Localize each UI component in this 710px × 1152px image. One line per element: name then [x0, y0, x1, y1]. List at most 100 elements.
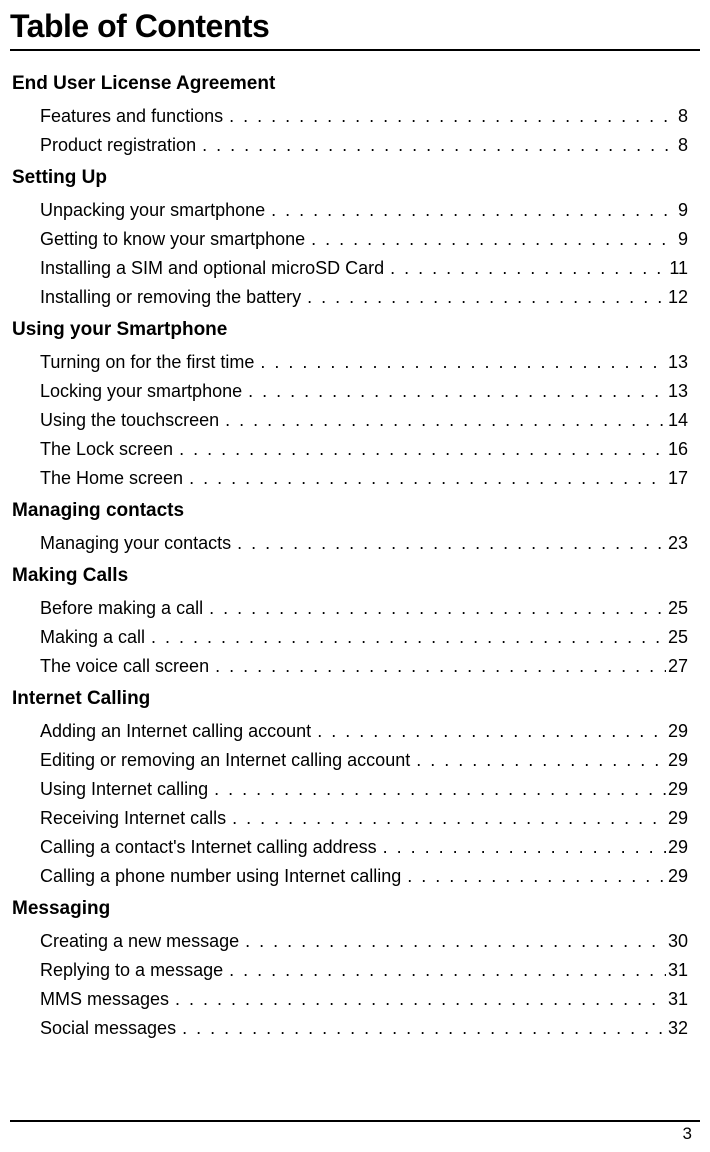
toc-entry[interactable]: Managing your contacts23 — [40, 528, 700, 557]
toc-entry[interactable]: Locking your smartphone 13 — [40, 376, 700, 405]
toc-entry-label: Using the touchscreen — [40, 411, 219, 429]
toc-entry[interactable]: Creating a new message 30 — [40, 926, 700, 955]
toc-entry-label: Getting to know your smartphone — [40, 230, 305, 248]
section-heading: Internet Calling — [12, 688, 700, 710]
toc-leader-dots — [248, 382, 666, 400]
toc-entry-page: 17 — [668, 469, 700, 487]
toc-entry-label: Calling a contact's Internet calling add… — [40, 838, 377, 856]
section-heading: Setting Up — [12, 167, 700, 189]
toc-entry-page: 13 — [668, 382, 700, 400]
toc-entry-page: 25 — [668, 628, 700, 646]
toc-leader-dots — [189, 469, 666, 487]
toc-entry-label: Turning on for the first time — [40, 353, 254, 371]
toc-entry[interactable]: Using the touchscreen 14 — [40, 405, 700, 434]
toc-entry-label: Features and functions — [40, 107, 223, 125]
toc-leader-dots — [383, 838, 666, 856]
toc-entry-page: 12 — [668, 288, 700, 306]
toc-entry-page: 29 — [668, 780, 700, 798]
toc-entry-page: 27 — [668, 657, 700, 675]
toc-entry[interactable]: Replying to a message 31 — [40, 955, 700, 984]
toc-leader-dots — [271, 201, 676, 219]
toc-leader-dots — [175, 990, 666, 1008]
toc-leader-dots — [151, 628, 666, 646]
toc-entry-label: Making a call — [40, 628, 145, 646]
section-heading: Making Calls — [12, 565, 700, 587]
toc-entry-label: Social messages — [40, 1019, 176, 1037]
toc-entry-page: 31 — [668, 990, 700, 1008]
toc-leader-dots — [225, 411, 666, 429]
toc-entry-page: 9 — [678, 201, 700, 219]
toc-leader-dots — [390, 259, 667, 277]
toc-entry-label: The voice call screen — [40, 657, 209, 675]
toc-leader-dots — [179, 440, 666, 458]
toc-entry-label: The Lock screen — [40, 440, 173, 458]
toc-entry-label: MMS messages — [40, 990, 169, 1008]
toc-entry[interactable]: Editing or removing an Internet calling … — [40, 745, 700, 774]
toc-entry[interactable]: Calling a phone number using Internet ca… — [40, 861, 700, 890]
toc-entry[interactable]: Using Internet calling 29 — [40, 774, 700, 803]
toc-entry-label: Unpacking your smartphone — [40, 201, 265, 219]
toc-entry-label: Locking your smartphone — [40, 382, 242, 400]
toc-entry[interactable]: Product registration8 — [40, 130, 700, 159]
toc-entry[interactable]: Before making a call 25 — [40, 593, 700, 622]
toc-leader-dots — [307, 288, 666, 306]
toc-entry[interactable]: Getting to know your smartphone 9 — [40, 224, 700, 253]
toc-entry[interactable]: The voice call screen 27 — [40, 651, 700, 680]
toc-entry-page: 32 — [668, 1019, 700, 1037]
toc-entry[interactable]: Calling a contact's Internet calling add… — [40, 832, 700, 861]
toc-leader-dots — [245, 932, 666, 950]
toc-entry[interactable]: Installing a SIM and optional microSD Ca… — [40, 253, 700, 282]
toc-leader-dots — [182, 1019, 666, 1037]
toc-entry-page: 30 — [668, 932, 700, 950]
toc-entry-page: 29 — [668, 809, 700, 827]
section-heading: Using your Smartphone — [12, 319, 700, 341]
toc-leader-dots — [311, 230, 676, 248]
toc-entry-label: Editing or removing an Internet calling … — [40, 751, 410, 769]
toc-entry[interactable]: The Lock screen16 — [40, 434, 700, 463]
toc-entry-label: Receiving Internet calls — [40, 809, 226, 827]
toc-entry[interactable]: Social messages 32 — [40, 1013, 700, 1042]
toc-entry-label: Installing a SIM and optional microSD Ca… — [40, 259, 384, 277]
toc-entry[interactable]: Receiving Internet calls 29 — [40, 803, 700, 832]
toc-leader-dots — [232, 809, 666, 827]
toc-entry-label: Replying to a message — [40, 961, 223, 979]
toc-leader-dots — [209, 599, 666, 617]
toc-entry[interactable]: MMS messages 31 — [40, 984, 700, 1013]
toc-entry[interactable]: Features and functions 8 — [40, 101, 700, 130]
section-heading: End User License Agreement — [12, 73, 700, 95]
toc-entry-page: 11 — [669, 259, 700, 277]
toc-entry[interactable]: Turning on for the first time 13 — [40, 347, 700, 376]
toc-leader-dots — [215, 657, 666, 675]
toc-leader-dots — [237, 534, 666, 552]
toc-entry-label: Creating a new message — [40, 932, 239, 950]
toc-entry[interactable]: The Home screen 17 — [40, 463, 700, 492]
toc-leader-dots — [317, 722, 666, 740]
toc-entry-page: 31 — [668, 961, 700, 979]
toc-leader-dots — [229, 107, 676, 125]
footer-rule — [10, 1120, 700, 1122]
toc-leader-dots — [229, 961, 666, 979]
toc-entry-label: The Home screen — [40, 469, 183, 487]
toc-entry-page: 25 — [668, 599, 700, 617]
toc-entry-page: 13 — [668, 353, 700, 371]
toc-entry-page: 29 — [668, 867, 700, 885]
toc-entry-label: Using Internet calling — [40, 780, 208, 798]
toc-entry-page: 14 — [668, 411, 700, 429]
toc-entry[interactable]: Making a call 25 — [40, 622, 700, 651]
section-heading: Messaging — [12, 898, 700, 920]
title-rule — [10, 49, 700, 51]
toc-entry-page: 8 — [678, 136, 700, 154]
toc-entry-page: 29 — [668, 838, 700, 856]
toc-entry[interactable]: Installing or removing the battery12 — [40, 282, 700, 311]
toc-entry-page: 23 — [668, 534, 700, 552]
toc-entry[interactable]: Adding an Internet calling account29 — [40, 716, 700, 745]
toc-entry-page: 8 — [678, 107, 700, 125]
toc-entry-label: Calling a phone number using Internet ca… — [40, 867, 401, 885]
toc-entry[interactable]: Unpacking your smartphone 9 — [40, 195, 700, 224]
toc-entry-label: Adding an Internet calling account — [40, 722, 311, 740]
page-number: 3 — [683, 1124, 692, 1144]
toc-leader-dots — [407, 867, 666, 885]
table-of-contents: End User License Agreement Features and f… — [10, 73, 700, 1042]
toc-entry-label: Before making a call — [40, 599, 203, 617]
toc-entry-page: 9 — [678, 230, 700, 248]
